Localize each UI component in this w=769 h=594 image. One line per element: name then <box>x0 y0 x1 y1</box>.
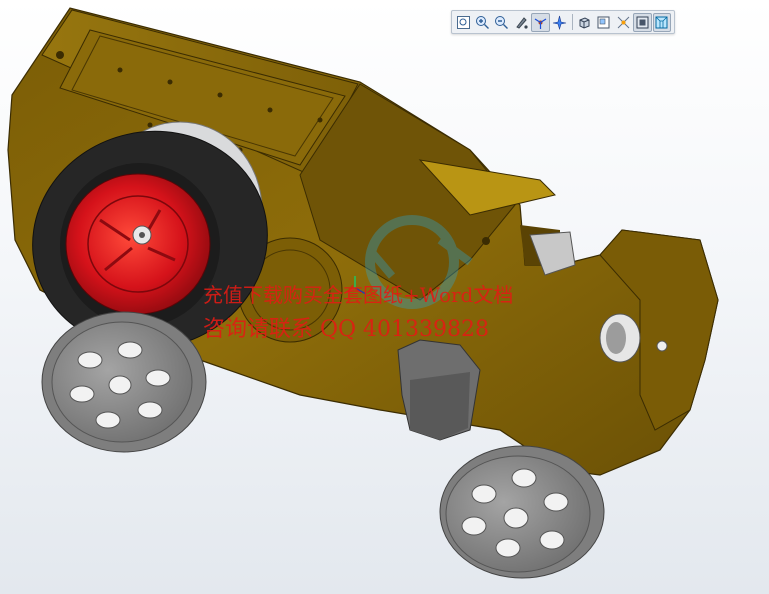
spin-center-icon <box>534 17 547 29</box>
view-orient-icon <box>553 15 567 30</box>
zoom-in-icon <box>476 15 490 29</box>
graphics-viewport[interactable]: 充值下载购买全套图纸+Word文档 咨询请联系 QQ 401339828 <box>0 0 769 594</box>
zoom-out-icon <box>495 15 509 29</box>
repaint-icon <box>515 16 528 29</box>
saved-views-icon <box>597 16 610 28</box>
spin-center-button[interactable] <box>531 12 550 32</box>
front-caster-wheel <box>41 311 207 453</box>
red-hub <box>65 173 211 315</box>
repaint-button[interactable] <box>512 13 530 32</box>
datum-display-icon <box>617 16 629 28</box>
zoom-in-button[interactable] <box>473 13 491 32</box>
shading-icon <box>579 16 590 29</box>
zoom-out-button[interactable] <box>493 13 511 32</box>
rear-caster-wheel <box>439 445 605 579</box>
view-orient-button[interactable] <box>551 13 569 32</box>
perspective-icon <box>655 16 668 28</box>
rebar-bender-3d-model[interactable] <box>0 0 769 594</box>
zoom-fit-button[interactable] <box>454 13 472 32</box>
perspective-button[interactable] <box>652 12 671 32</box>
saved-views-button[interactable] <box>594 13 612 32</box>
zoom-fit-icon <box>456 15 470 29</box>
shading-button[interactable] <box>575 13 593 32</box>
datum-display-button[interactable] <box>614 13 632 32</box>
model-display-icon <box>636 16 649 28</box>
toolbar-separator <box>572 14 574 30</box>
view-toolbar <box>451 10 675 34</box>
model-display-button[interactable] <box>633 12 652 32</box>
